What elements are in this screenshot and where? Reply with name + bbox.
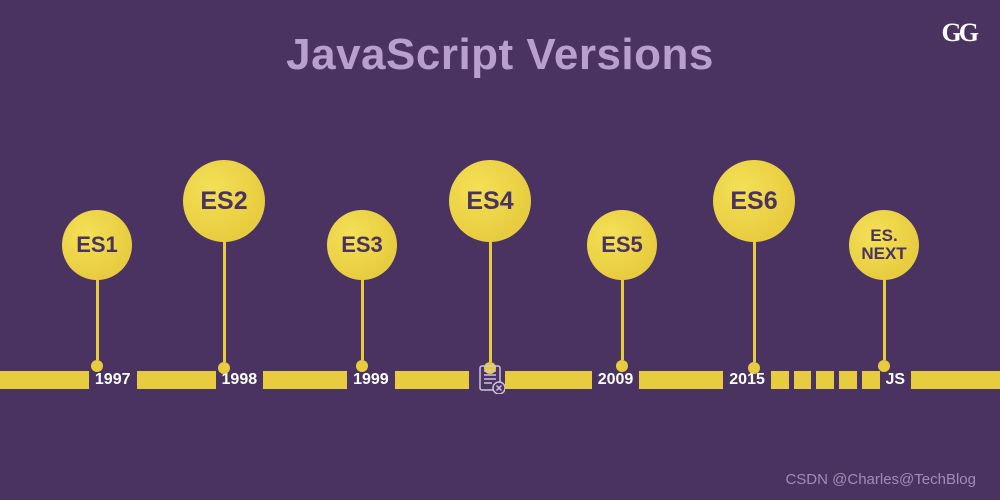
pin-stem: [883, 280, 886, 360]
pin-stem: [96, 280, 99, 360]
version-bubble: ES2: [183, 160, 265, 242]
abandoned-icon: [477, 364, 505, 394]
version-bubble: ES.NEXT: [849, 210, 919, 280]
pin-dot: [878, 360, 890, 372]
timeline-pin: ES3: [327, 210, 397, 372]
version-bubble: ES6: [713, 160, 795, 242]
pin-dot: [91, 360, 103, 372]
pin-stem: [621, 280, 624, 360]
timeline-pin: ES2: [183, 160, 265, 374]
pin-stem: [361, 280, 364, 360]
timeline-pin: ES1: [62, 210, 132, 372]
timeline-pin: ES4: [449, 160, 531, 374]
pin-stem: [223, 242, 226, 362]
version-bubble: ES1: [62, 210, 132, 280]
timeline-pin: ES5: [587, 210, 657, 372]
pin-stem: [489, 242, 492, 362]
pin-dot: [748, 362, 760, 374]
version-bubble: ES4: [449, 160, 531, 242]
version-bubble: ES5: [587, 210, 657, 280]
pin-dot: [616, 360, 628, 372]
watermark: CSDN @Charles@TechBlog: [785, 471, 976, 488]
timeline-pin: ES6: [713, 160, 795, 374]
pin-dot: [356, 360, 368, 372]
version-bubble: ES3: [327, 210, 397, 280]
pin-stem: [753, 242, 756, 362]
timeline-pin: ES.NEXT: [849, 210, 919, 372]
pin-dot: [218, 362, 230, 374]
pins-layer: ES1 ES2 ES3 ES4 ES5 ES6 ES.NEXT: [0, 0, 1000, 500]
